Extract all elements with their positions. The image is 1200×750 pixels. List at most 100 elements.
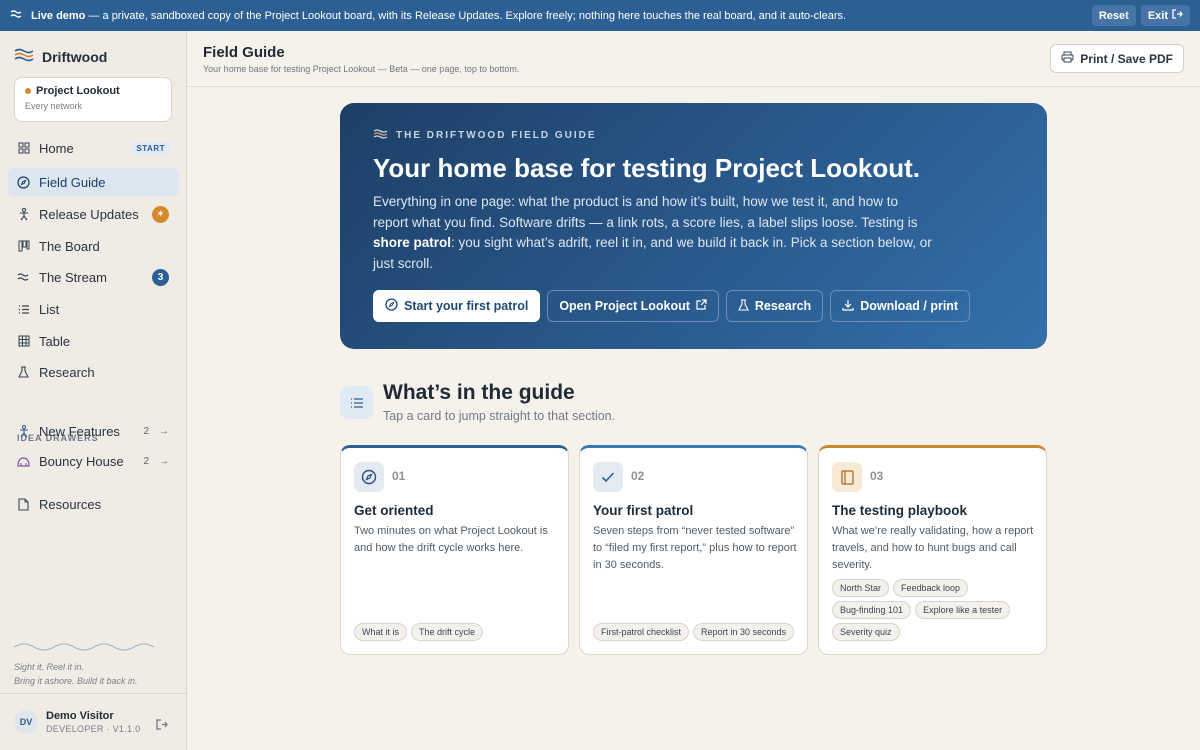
waves-icon: [10, 9, 23, 22]
sidebar-item-research[interactable]: Research: [8, 358, 179, 386]
project-sub: Every network: [25, 101, 83, 111]
sidebar-item-label: Release Updates: [39, 206, 139, 222]
sidebar-item-label: Table: [39, 333, 71, 349]
figure-icon: [17, 207, 30, 221]
tagline-line-2: Bring it ashore. Build it back in.: [14, 676, 138, 686]
driftwood-logo-icon: [14, 47, 34, 66]
button-label: Open Project Lookout: [559, 299, 690, 313]
drawer-count: 2: [143, 455, 149, 467]
card-title: Your first patrol: [593, 503, 694, 518]
card-chip[interactable]: First-patrol checklist: [593, 623, 690, 641]
card-chip[interactable]: North Star: [832, 579, 890, 597]
sidebar-item-label: List: [39, 301, 60, 317]
compass-icon: [17, 175, 30, 189]
figure-icon: [17, 424, 30, 438]
brand[interactable]: Driftwood: [14, 47, 107, 66]
start-first-patrol-button[interactable]: Start your first patrol: [373, 290, 541, 322]
tagline-line-1: Sight it. Reel it in.: [14, 662, 85, 672]
sidebar-item-field-guide[interactable]: Field Guide: [8, 168, 179, 196]
grid-icon: [17, 142, 30, 155]
sidebar-item-label: Resources: [39, 496, 102, 512]
guide-card-testing-playbook[interactable]: 03 The testing playbook What we’re reall…: [818, 445, 1047, 655]
card-chip[interactable]: Bug-finding 101: [832, 601, 912, 619]
external-link-icon: [696, 299, 707, 313]
button-label: Research: [754, 299, 812, 313]
logout-icon[interactable]: [156, 717, 168, 735]
user-role: DEVELOPER · V1.1.0: [46, 724, 141, 734]
start-badge: START: [132, 141, 169, 155]
card-chip[interactable]: Severity quiz: [832, 623, 900, 641]
demo-banner: Live demo — a private, sandboxed copy of…: [0, 0, 1200, 31]
card-title: Get oriented: [354, 503, 434, 518]
drawer-bouncy-house[interactable]: Bouncy House 2 →: [8, 447, 179, 475]
sidebar-item-label: Home: [39, 140, 74, 156]
bouncy-house-icon: [17, 455, 30, 468]
user-name: Demo Visitor: [46, 710, 114, 722]
card-chip[interactable]: Explore like a tester: [915, 601, 1011, 619]
card-description: What we’re really validating, how a repo…: [832, 525, 1034, 571]
printer-icon: [1061, 51, 1074, 66]
sidebar-tagline: Sight it. Reel it in. Bring it ashore. B…: [14, 660, 138, 688]
hero-banner: THE DRIFTWOOD FIELD GUIDE Your home base…: [340, 103, 1047, 349]
book-icon: [832, 462, 862, 492]
user-profile: DV Demo Visitor DEVELOPER · V1.1.0: [0, 693, 186, 750]
waves-icon: [17, 271, 30, 284]
drawer-label: Bouncy House: [39, 453, 124, 469]
list-icon: [17, 303, 30, 316]
sidebar-item-the-board[interactable]: The Board: [8, 232, 179, 260]
reset-button[interactable]: Reset: [1091, 5, 1136, 26]
driftwood-logo-icon: [373, 128, 388, 143]
drawer-label: New Features: [39, 423, 120, 439]
sidebar-item-label: Research: [39, 364, 95, 380]
project-status-dot: [25, 88, 31, 94]
sidebar-item-the-stream[interactable]: The Stream 3: [8, 263, 179, 291]
guide-subtitle: Tap a card to jump straight to that sect…: [383, 409, 616, 423]
stream-count-badge: 3: [152, 268, 169, 286]
list-icon: [340, 386, 373, 419]
board-icon: [17, 240, 30, 253]
sidebar-item-home[interactable]: Home START: [8, 134, 179, 162]
brand-name: Driftwood: [42, 48, 108, 65]
arrow-right-icon: →: [159, 455, 169, 467]
print-save-pdf-button[interactable]: Print / Save PDF: [1050, 44, 1184, 73]
sidebar-item-resources[interactable]: Resources: [8, 490, 179, 518]
flask-icon: [17, 366, 30, 379]
hero-eyebrow: THE DRIFTWOOD FIELD GUIDE: [373, 128, 597, 143]
download-print-button[interactable]: Download / print: [830, 290, 971, 322]
exit-button[interactable]: Exit: [1140, 5, 1190, 26]
drawer-new-features[interactable]: New Features 2 →: [8, 417, 179, 445]
page-subtitle: Your home base for testing Project Looko…: [203, 64, 520, 74]
sidebar-item-label: The Stream: [39, 269, 107, 285]
card-description: Seven steps from “never tested software”…: [593, 525, 797, 571]
button-label: Start your first patrol: [404, 299, 529, 313]
hero-title: Your home base for testing Project Looko…: [373, 153, 921, 183]
sidebar-item-list[interactable]: List: [8, 295, 179, 323]
card-title: The testing playbook: [832, 503, 968, 518]
guide-title: What’s in the guide: [383, 381, 575, 404]
avatar[interactable]: DV: [14, 710, 38, 734]
card-chip[interactable]: Feedback loop: [893, 579, 969, 597]
exit-icon: [1172, 9, 1183, 22]
check-icon: [593, 462, 623, 492]
card-chip[interactable]: The drift cycle: [411, 623, 484, 641]
sidebar-item-label: Field Guide: [39, 174, 106, 190]
guide-card-first-patrol[interactable]: 02 Your first patrol Seven steps from “n…: [579, 445, 808, 655]
sidebar: Driftwood Project Lookout Every network …: [0, 31, 187, 750]
card-chip[interactable]: Report in 30 seconds: [693, 623, 795, 641]
sidebar-item-release-updates[interactable]: Release Updates ✶: [8, 200, 179, 228]
card-number: 01: [392, 469, 406, 483]
sidebar-item-label: The Board: [39, 238, 100, 254]
drawer-count: 2: [143, 425, 149, 437]
flask-icon: [738, 298, 749, 314]
card-chip[interactable]: What it is: [354, 623, 408, 641]
sidebar-item-table[interactable]: Table: [8, 327, 179, 355]
compass-icon: [385, 298, 398, 314]
project-switcher[interactable]: Project Lookout Every network: [14, 77, 172, 122]
guide-card-get-oriented[interactable]: 01 Get oriented Two minutes on what Proj…: [340, 445, 569, 655]
sparkle-icon: ✶: [152, 205, 169, 223]
button-label: Download / print: [860, 299, 959, 313]
research-button[interactable]: Research: [725, 290, 824, 322]
open-project-lookout-button[interactable]: Open Project Lookout: [547, 290, 719, 322]
project-name: Project Lookout: [36, 85, 120, 97]
table-icon: [17, 335, 30, 348]
